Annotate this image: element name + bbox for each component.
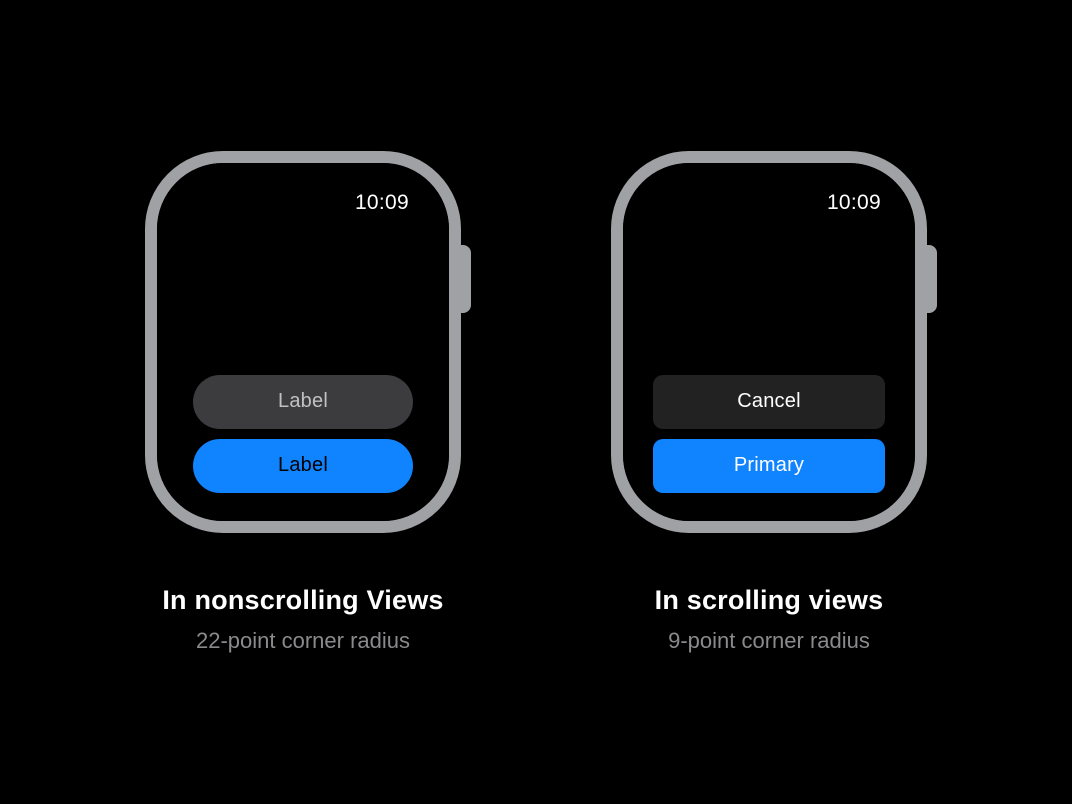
watch-mockup-left: 10:09 Label Label <box>145 151 461 533</box>
caption-title: In nonscrolling Views <box>162 585 443 616</box>
cancel-button[interactable]: Cancel <box>653 375 885 429</box>
watch-screen: 10:09 Cancel Primary <box>623 163 915 521</box>
comparison-container: 10:09 Label Label In nonscrolling Views … <box>0 0 1072 804</box>
cancel-button-label: Cancel <box>737 390 800 413</box>
example-scrolling: 10:09 Cancel Primary In scrolling views … <box>611 151 927 654</box>
secondary-button[interactable]: Label <box>193 375 413 429</box>
primary-button-label: Primary <box>734 454 804 477</box>
primary-button-label: Label <box>278 454 328 477</box>
example-nonscrolling: 10:09 Label Label In nonscrolling Views … <box>145 151 461 654</box>
button-area: Cancel Primary <box>653 375 885 493</box>
button-area: Label Label <box>193 375 413 493</box>
caption-title: In scrolling views <box>655 585 884 616</box>
watch-mockup-right: 10:09 Cancel Primary <box>611 151 927 533</box>
status-time: 10:09 <box>193 191 413 215</box>
watch-crown <box>923 245 937 313</box>
status-time: 10:09 <box>653 191 885 215</box>
caption-subtitle: 9-point corner radius <box>668 628 870 654</box>
primary-button[interactable]: Label <box>193 439 413 493</box>
secondary-button-label: Label <box>278 390 328 413</box>
caption-subtitle: 22-point corner radius <box>196 628 410 654</box>
watch-screen: 10:09 Label Label <box>157 163 449 521</box>
primary-button[interactable]: Primary <box>653 439 885 493</box>
watch-crown <box>457 245 471 313</box>
